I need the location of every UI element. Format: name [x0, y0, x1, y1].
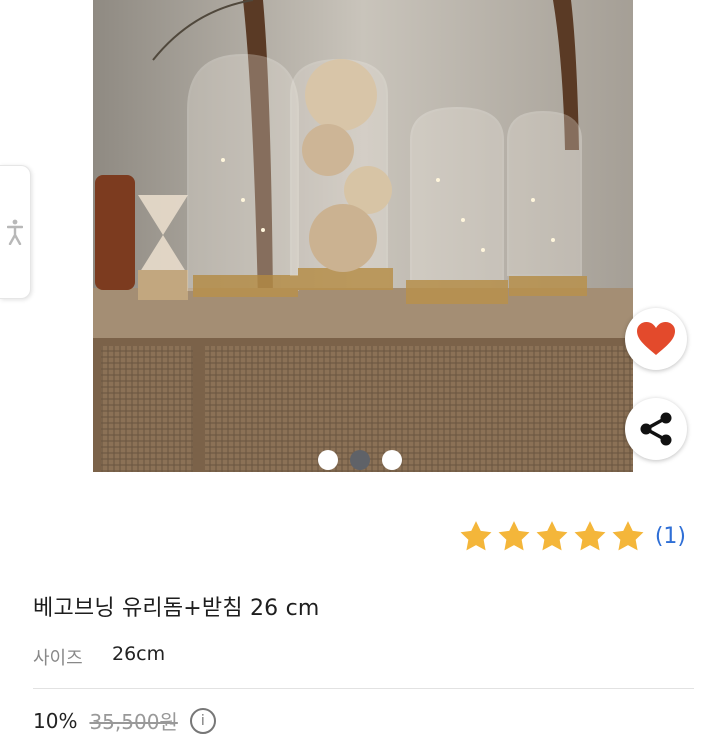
gallery-dot[interactable]	[382, 450, 402, 470]
rating[interactable]: (1)	[459, 520, 686, 552]
gallery-dot[interactable]	[318, 450, 338, 470]
share-button[interactable]	[625, 398, 687, 460]
star-icon	[574, 521, 606, 551]
review-count[interactable]: (1)	[655, 524, 686, 549]
heart-icon	[637, 322, 675, 355]
discount-rate: 10%	[33, 708, 78, 733]
gallery-dot[interactable]	[350, 450, 370, 470]
original-price: 35,500원	[89, 710, 178, 734]
gallery-pagination	[318, 450, 402, 470]
product-image[interactable]	[93, 0, 633, 472]
share-icon	[640, 412, 672, 446]
price-row: 10% 35,500원 i	[33, 706, 216, 735]
product-title: 베고브닝 유리돔+받침 26 cm	[33, 596, 320, 621]
star-icon	[498, 521, 530, 551]
divider	[33, 688, 694, 689]
accessibility-icon	[7, 219, 23, 245]
star-icon	[536, 521, 568, 551]
option-value: 26cm	[112, 643, 166, 665]
wishlist-button[interactable]	[625, 308, 687, 370]
info-icon[interactable]: i	[189, 707, 216, 734]
star-icon	[612, 521, 644, 551]
accessibility-tab[interactable]	[0, 165, 31, 299]
option-label: 사이즈	[33, 648, 83, 669]
star-icon	[460, 521, 492, 551]
